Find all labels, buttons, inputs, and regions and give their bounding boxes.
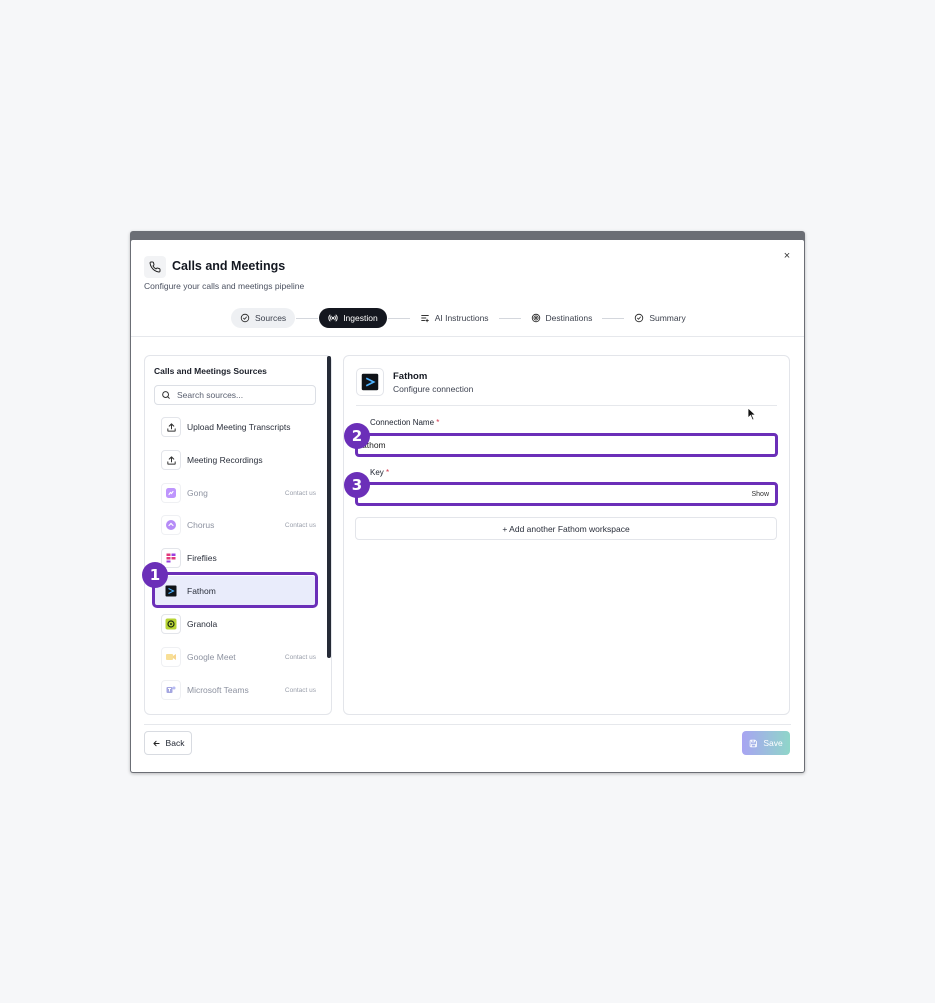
source-granola[interactable]: Granola — [154, 609, 316, 639]
connection-name-input[interactable] — [358, 440, 728, 450]
phone-icon — [144, 256, 166, 278]
contact-us-label: Contact us — [284, 686, 316, 694]
modal-subtitle: Configure your calls and meetings pipeli… — [144, 281, 305, 291]
source-microsoft-teams[interactable]: Microsoft Teams Contact us — [154, 675, 316, 705]
search-box — [154, 385, 316, 405]
step-sources[interactable]: Sources — [231, 308, 296, 328]
source-label: Gong — [187, 488, 208, 498]
step-destinations[interactable]: Destinations — [522, 308, 602, 328]
connection-name-label: Connection Name * — [370, 418, 440, 427]
step-badge-3: 3 — [344, 472, 370, 498]
scrollbar[interactable] — [327, 356, 331, 658]
target-icon — [531, 313, 540, 323]
source-fathom[interactable]: Fathom — [154, 576, 316, 606]
check-circle-icon — [240, 313, 250, 323]
api-key-field: Show — [355, 482, 778, 506]
add-workspace-button[interactable]: + Add another Fathom workspace — [355, 517, 777, 540]
sources-panel: Calls and Meetings Sources Upload Meetin… — [144, 355, 332, 715]
text-icon — [420, 315, 429, 323]
source-meeting-recordings[interactable]: Meeting Recordings — [154, 445, 316, 475]
step-connector — [498, 317, 521, 319]
source-label: Chorus — [187, 520, 215, 530]
close-icon[interactable]: × — [780, 249, 794, 263]
step-connector — [602, 317, 625, 319]
required-mark: * — [436, 418, 440, 427]
source-label: Granola — [187, 619, 218, 629]
connection-name-field — [355, 433, 778, 457]
api-key-label: Key * — [370, 468, 390, 477]
fathom-logo-icon — [356, 368, 384, 396]
modal-title: Calls and Meetings — [172, 259, 286, 273]
back-label: Back — [165, 738, 185, 748]
footer-divider — [144, 724, 791, 725]
source-label: Upload Meeting Transcripts — [187, 422, 291, 432]
sources-title: Calls and Meetings Sources — [154, 366, 267, 376]
stepper: Sources Ingestion AI Instructions Destin… — [231, 308, 695, 328]
contact-us-label: Contact us — [284, 653, 316, 661]
step-label: Sources — [255, 313, 287, 323]
step-label: Ingestion — [343, 313, 378, 323]
step-connector — [296, 317, 319, 319]
save-label: Save — [763, 738, 783, 748]
save-icon — [750, 739, 758, 747]
header-divider — [131, 336, 804, 337]
connection-divider — [356, 405, 777, 406]
search-input[interactable] — [177, 390, 307, 400]
mouse-cursor-icon — [747, 407, 757, 421]
step-label: AI Instructions — [434, 313, 489, 323]
step-summary[interactable]: Summary — [625, 308, 694, 328]
source-google-meet[interactable]: Google Meet Contact us — [154, 642, 316, 672]
broadcast-icon — [328, 314, 338, 322]
upload-icon — [161, 417, 181, 437]
source-chorus[interactable]: Chorus Contact us — [154, 510, 316, 540]
teams-logo-icon — [161, 680, 181, 700]
source-label: Fireflies — [187, 553, 217, 563]
connection-panel: Fathom Configure connection Connection N… — [343, 355, 790, 715]
source-fireflies[interactable]: Fireflies — [154, 543, 316, 573]
granola-logo-icon — [161, 614, 181, 634]
connection-subtitle: Configure connection — [393, 384, 474, 394]
source-label: Google Meet — [187, 652, 236, 662]
required-mark: * — [386, 468, 390, 477]
gong-logo-icon — [161, 483, 181, 503]
contact-us-label: Contact us — [284, 521, 316, 529]
show-key-button[interactable]: Show — [751, 491, 769, 498]
step-ingestion[interactable]: Ingestion — [319, 308, 387, 328]
step-badge-2: 2 — [344, 423, 370, 449]
calls-meetings-modal: Calls and Meetings Configure your calls … — [131, 240, 804, 772]
google-meet-logo-icon — [161, 647, 181, 667]
upload-icon — [161, 450, 181, 470]
source-gong[interactable]: Gong Contact us — [154, 478, 316, 508]
connection-title: Fathom — [393, 371, 428, 382]
step-ai-instructions[interactable]: AI Instructions — [411, 308, 498, 328]
source-label: Meeting Recordings — [187, 455, 263, 465]
back-button[interactable]: Back — [144, 731, 192, 755]
source-label: Fathom — [187, 586, 216, 596]
check-circle-icon — [635, 313, 644, 323]
api-key-input[interactable] — [358, 489, 728, 499]
save-button[interactable]: Save — [742, 731, 790, 755]
source-label: Microsoft Teams — [187, 685, 249, 695]
arrow-left-icon — [152, 740, 160, 746]
step-label: Destinations — [545, 313, 593, 323]
step-label: Summary — [649, 313, 686, 323]
step-badge-1: 1 — [142, 562, 168, 588]
source-upload-transcripts[interactable]: Upload Meeting Transcripts — [154, 412, 316, 442]
contact-us-label: Contact us — [284, 489, 316, 497]
step-connector — [387, 317, 410, 319]
search-icon — [162, 391, 170, 399]
chorus-logo-icon — [161, 515, 181, 535]
modal-frame: Calls and Meetings Configure your calls … — [130, 231, 805, 773]
